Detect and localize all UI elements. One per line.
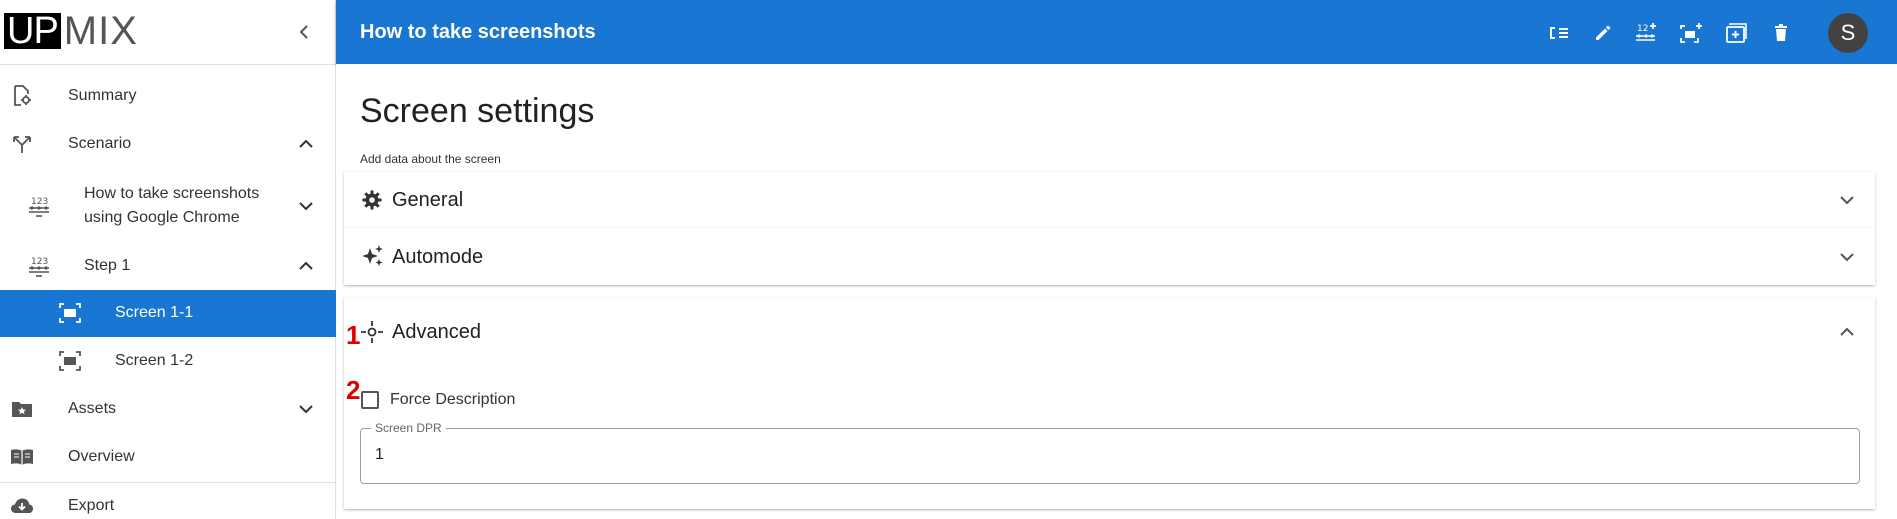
cloud-download-icon [10, 494, 34, 518]
sidebar-item-scenario-how-to[interactable]: 123 How to take screenshots using Google… [0, 174, 336, 238]
force-description-label: Force Description [390, 391, 516, 408]
svg-text:123: 123 [31, 257, 48, 267]
panel-advanced-header[interactable]: Advanced [344, 298, 1875, 362]
sidebar-item-summary[interactable]: Summary [0, 76, 336, 116]
screen-capture-icon [58, 349, 82, 373]
sidebar-item-overview[interactable]: Overview [0, 437, 336, 477]
duplicate-screen-icon [1726, 23, 1747, 43]
screen-dpr-label: Screen DPR [371, 421, 446, 435]
sidebar-item-label: Overview [68, 448, 135, 465]
gear-icon [360, 188, 384, 212]
panel-title: Automode [392, 246, 484, 268]
main-content: Screen settings Add data about the scree… [336, 64, 1897, 519]
screen-dpr-field[interactable]: Screen DPR [360, 421, 1860, 484]
upmix-logo: UP MIX [4, 9, 138, 53]
sidebar-item-label: Assets [68, 400, 117, 417]
add-step-button[interactable]: 12 [1634, 20, 1660, 46]
annotation-marker-1: 1 [346, 320, 361, 350]
add-screen-icon [1680, 23, 1702, 43]
chevron-down-icon [1835, 245, 1859, 269]
fork-icon [10, 132, 34, 156]
sidebar-item-label: Step 1 [84, 257, 131, 274]
panel-automode-header[interactable]: Automode [344, 228, 1875, 285]
collapse-sidebar-button[interactable] [293, 21, 315, 43]
sidebar-item-label-line2: using Google Chrome [84, 209, 240, 226]
numbered-list-icon: 123 [27, 194, 51, 218]
panel-general-header[interactable]: General [344, 172, 1875, 228]
list-icon [1550, 27, 1568, 39]
sidebar-item-label: Summary [68, 87, 137, 104]
panel-title: Advanced [392, 321, 481, 343]
screen-dpr-input[interactable] [375, 445, 1575, 465]
app-root: UP MIX Summary Scenario 123 How to take … [0, 0, 1897, 519]
logo-up: UP [4, 12, 61, 50]
duplicate-screen-button[interactable] [1723, 20, 1749, 46]
open-book-icon [10, 445, 34, 469]
logo-mix: MIX [63, 9, 138, 53]
sparkle-icon [360, 244, 384, 268]
page-title: Screen settings [360, 92, 595, 130]
chevron-left-icon [299, 25, 308, 39]
sidebar-item-assets[interactable]: Assets [0, 389, 336, 429]
chevron-down-icon [1835, 188, 1859, 212]
panel-title: General [392, 189, 464, 211]
add-screen-button[interactable] [1679, 20, 1705, 46]
edit-button[interactable] [1590, 20, 1616, 46]
add-step-icon: 12 [1636, 23, 1656, 41]
logo-row: UP MIX [0, 0, 335, 65]
sidebar-item-export[interactable]: Export [0, 486, 336, 519]
sidebar-item-label: Scenario [68, 135, 132, 152]
chevron-up-icon [296, 134, 316, 154]
list-button[interactable] [1546, 20, 1572, 46]
folder-star-icon [10, 397, 34, 421]
sidebar-item-screen-1-1[interactable]: Screen 1-1 [0, 290, 336, 337]
header-title: How to take screenshots [360, 21, 596, 43]
sidebar-item-label-line1: How to take screenshots [84, 185, 260, 202]
sidebar-item-label: Screen 1-2 [115, 352, 194, 369]
app-header: How to take screenshots 12 S [336, 0, 1897, 64]
annotation-marker-2: 2 [346, 375, 361, 405]
sidebar-item-label: Screen 1-1 [115, 304, 194, 321]
panel-automode: Automode [344, 228, 1875, 285]
sidebar-item-label: Export [68, 497, 115, 514]
chevron-down-icon [296, 399, 316, 419]
chevron-up-icon [1835, 320, 1859, 344]
sidebar: UP MIX Summary Scenario 123 How to take … [0, 0, 336, 519]
sidebar-item-scenario[interactable]: Scenario [0, 124, 336, 164]
panel-advanced: Advanced Force Description Screen DPR [344, 298, 1875, 509]
chevron-down-icon [296, 196, 316, 216]
screen-capture-icon [58, 301, 82, 325]
avatar[interactable]: S [1828, 13, 1868, 53]
file-settings-icon [10, 84, 34, 108]
crosshair-icon [360, 320, 384, 344]
chevron-up-icon [296, 256, 316, 276]
svg-text:12: 12 [1637, 24, 1648, 34]
sidebar-item-screen-1-2[interactable]: Screen 1-2 [0, 341, 336, 381]
delete-icon [1775, 24, 1787, 41]
panel-general: General [344, 172, 1875, 228]
svg-text:123: 123 [31, 197, 48, 207]
force-description-checkbox[interactable] [361, 391, 379, 409]
sidebar-item-step-1[interactable]: 123 Step 1 [0, 246, 336, 286]
sidebar-divider [0, 482, 336, 483]
delete-button[interactable] [1768, 20, 1794, 46]
edit-icon [1596, 25, 1611, 40]
numbered-list-icon: 123 [27, 254, 51, 278]
page-subtitle: Add data about the screen [360, 152, 501, 166]
